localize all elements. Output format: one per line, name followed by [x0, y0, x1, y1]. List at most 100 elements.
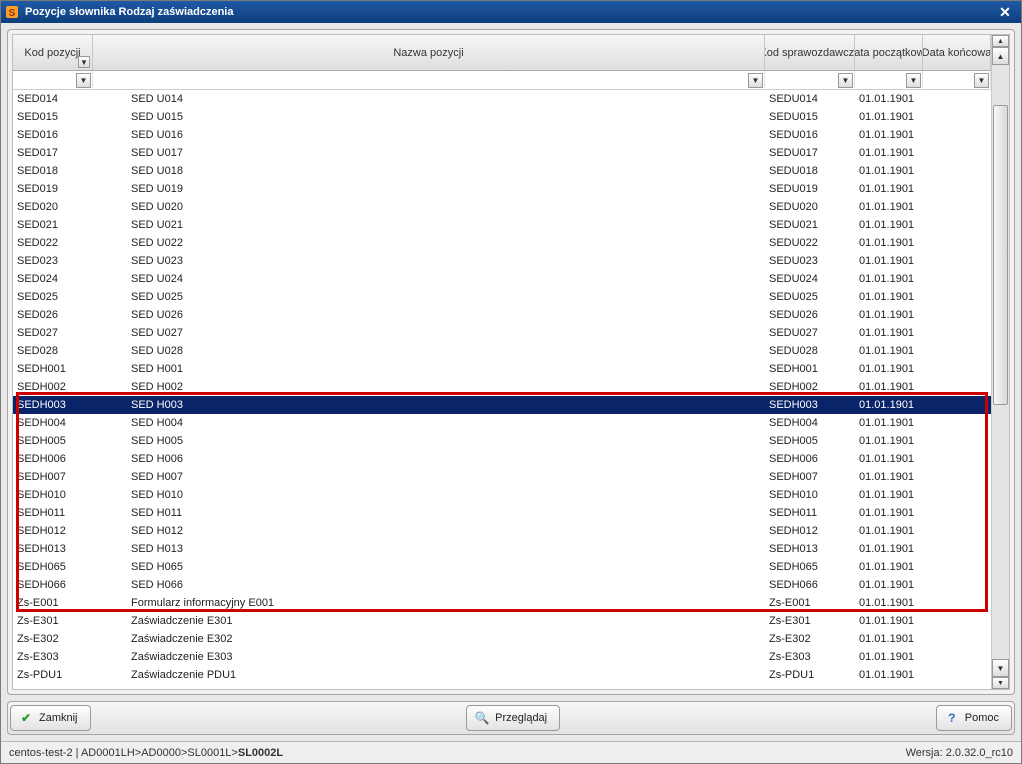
- cell-nazwa: SED H065: [93, 558, 765, 576]
- cell-kod: SED024: [13, 270, 93, 288]
- table-row[interactable]: SED026SED U026SEDU02601.01.1901: [13, 306, 991, 324]
- table-row[interactable]: SED028SED U028SEDU02801.01.1901: [13, 342, 991, 360]
- cell-kod: Zs-E001: [13, 594, 93, 612]
- table-row[interactable]: SED022SED U022SEDU02201.01.1901: [13, 234, 991, 252]
- table-row[interactable]: SEDH004SED H004SEDH00401.01.1901: [13, 414, 991, 432]
- scroll-track[interactable]: [992, 65, 1009, 659]
- data-grid[interactable]: Kod pozycji▼ Nazwa pozycji Kod sprawozda…: [12, 34, 1010, 690]
- table-row[interactable]: Zs-E301Zaświadczenie E301Zs-E30101.01.19…: [13, 612, 991, 630]
- cell-spraw: SEDH010: [765, 486, 855, 504]
- filter-data-poczatkowa[interactable]: ▼: [855, 71, 923, 90]
- scroll-top-icon[interactable]: ▲: [992, 35, 1009, 47]
- scroll-bottom-icon[interactable]: ▼: [992, 677, 1009, 689]
- table-row[interactable]: SEDH002SED H002SEDH00201.01.1901: [13, 378, 991, 396]
- button-label: Zamknij: [39, 712, 78, 724]
- filter-kod-sprawozdawczy[interactable]: ▼: [765, 71, 855, 90]
- cell-data-poczatkowa: 01.01.1901: [855, 108, 923, 126]
- button-bar: ✔ Zamknij 🔍 Przeglądaj ? Pomoc: [7, 701, 1015, 735]
- col-header-kod-sprawozdawczy[interactable]: Kod sprawozdawczy: [765, 35, 855, 71]
- cell-nazwa: SED H005: [93, 432, 765, 450]
- chevron-down-icon[interactable]: ▼: [974, 73, 989, 88]
- zamknij-button[interactable]: ✔ Zamknij: [10, 705, 91, 731]
- chevron-down-icon[interactable]: ▼: [78, 56, 90, 68]
- table-row[interactable]: SEDH005SED H005SEDH00501.01.1901: [13, 432, 991, 450]
- col-header-data-poczatkowa[interactable]: Data początkowa: [855, 35, 923, 71]
- cell-kod: SEDH012: [13, 522, 93, 540]
- cell-kod: SED019: [13, 180, 93, 198]
- chevron-down-icon[interactable]: ▼: [76, 73, 91, 88]
- cell-kod: SED020: [13, 198, 93, 216]
- table-row[interactable]: SED020SED U020SEDU02001.01.1901: [13, 198, 991, 216]
- table-row[interactable]: SED025SED U025SEDU02501.01.1901: [13, 288, 991, 306]
- cell-spraw: Zs-E302: [765, 630, 855, 648]
- content-area: Kod pozycji▼ Nazwa pozycji Kod sprawozda…: [7, 29, 1015, 735]
- cell-data-koncowa: [923, 558, 991, 576]
- table-row[interactable]: Zs-E001Formularz informacyjny E001Zs-E00…: [13, 594, 991, 612]
- help-icon: ?: [945, 711, 959, 725]
- col-header-nazwa-pozycji[interactable]: Nazwa pozycji: [93, 35, 765, 71]
- cell-data-koncowa: [923, 216, 991, 234]
- table-row[interactable]: SED023SED U023SEDU02301.01.1901: [13, 252, 991, 270]
- table-row[interactable]: SED016SED U016SEDU01601.01.1901: [13, 126, 991, 144]
- vertical-scrollbar[interactable]: ▲ ▲ ▼ ▼: [991, 35, 1009, 689]
- cell-data-koncowa: [923, 666, 991, 684]
- cell-spraw: Zs-E303: [765, 648, 855, 666]
- table-row[interactable]: SED024SED U024SEDU02401.01.1901: [13, 270, 991, 288]
- chevron-down-icon[interactable]: ▼: [906, 73, 921, 88]
- chevron-down-icon[interactable]: ▼: [748, 73, 763, 88]
- cell-spraw: SEDH006: [765, 450, 855, 468]
- col-header-data-koncowa[interactable]: Data końcowa: [923, 35, 991, 71]
- table-row[interactable]: SEDH011SED H011SEDH01101.01.1901: [13, 504, 991, 522]
- table-row[interactable]: Zs-E302Zaświadczenie E302Zs-E30201.01.19…: [13, 630, 991, 648]
- scroll-thumb[interactable]: [993, 105, 1008, 405]
- col-header-kod-pozycji[interactable]: Kod pozycji▼: [13, 35, 93, 71]
- pomoc-button[interactable]: ? Pomoc: [936, 705, 1012, 731]
- table-row[interactable]: SEDH010SED H010SEDH01001.01.1901: [13, 486, 991, 504]
- table-row[interactable]: SEDH007SED H007SEDH00701.01.1901: [13, 468, 991, 486]
- table-row[interactable]: SEDH006SED H006SEDH00601.01.1901: [13, 450, 991, 468]
- filter-kod-pozycji[interactable]: ▼: [13, 71, 93, 90]
- przegladaj-button[interactable]: 🔍 Przeglądaj: [466, 705, 560, 731]
- table-row[interactable]: Zs-E303Zaświadczenie E303Zs-E30301.01.19…: [13, 648, 991, 666]
- status-right: Wersja: 2.0.32.0_rc10: [906, 747, 1013, 759]
- cell-data-poczatkowa: 01.01.1901: [855, 612, 923, 630]
- table-row[interactable]: SEDH065SED H065SEDH06501.01.1901: [13, 558, 991, 576]
- dialog-window: S Pozycje słownika Rodzaj zaświadczenia …: [0, 0, 1022, 764]
- table-row[interactable]: SEDH013SED H013SEDH01301.01.1901: [13, 540, 991, 558]
- table-row[interactable]: SEDH012SED H012SEDH01201.01.1901: [13, 522, 991, 540]
- table-row[interactable]: SED018SED U018SEDU01801.01.1901: [13, 162, 991, 180]
- cell-nazwa: SED U022: [93, 234, 765, 252]
- table-row[interactable]: SED015SED U015SEDU01501.01.1901: [13, 108, 991, 126]
- table-row[interactable]: SED021SED U021SEDU02101.01.1901: [13, 216, 991, 234]
- close-icon[interactable]: ✕: [993, 3, 1017, 21]
- table-row[interactable]: SED019SED U019SEDU01901.01.1901: [13, 180, 991, 198]
- scroll-down-icon[interactable]: ▼: [992, 659, 1009, 677]
- cell-nazwa: Formularz informacyjny E001: [93, 594, 765, 612]
- cell-data-koncowa: [923, 360, 991, 378]
- col-header-label: Data początkowa: [855, 47, 923, 59]
- cell-nazwa: SED U021: [93, 216, 765, 234]
- table-row[interactable]: SED017SED U017SEDU01701.01.1901: [13, 144, 991, 162]
- filter-data-koncowa[interactable]: ▼: [923, 71, 991, 90]
- filter-nazwa-pozycji[interactable]: ▼: [93, 71, 765, 90]
- cell-nazwa: SED H001: [93, 360, 765, 378]
- cell-data-poczatkowa: 01.01.1901: [855, 342, 923, 360]
- cell-nazwa: SED H066: [93, 576, 765, 594]
- cell-kod: Zs-PDU1: [13, 666, 93, 684]
- cell-spraw: SEDU022: [765, 234, 855, 252]
- cell-spraw: Zs-PDU1: [765, 666, 855, 684]
- table-row[interactable]: SEDH066SED H066SEDH06601.01.1901: [13, 576, 991, 594]
- grid-panel: Kod pozycji▼ Nazwa pozycji Kod sprawozda…: [7, 29, 1015, 695]
- table-row[interactable]: Zs-PDU1Zaświadczenie PDU1Zs-PDU101.01.19…: [13, 666, 991, 684]
- scroll-up-icon[interactable]: ▲: [992, 47, 1009, 65]
- table-row[interactable]: SED014SED U014SEDU01401.01.1901: [13, 90, 991, 108]
- chevron-down-icon[interactable]: ▼: [838, 73, 853, 88]
- table-row[interactable]: SED027SED U027SEDU02701.01.1901: [13, 324, 991, 342]
- cell-nazwa: Zaświadczenie PDU1: [93, 666, 765, 684]
- table-row[interactable]: SEDH003SED H003SEDH00301.01.1901: [13, 396, 991, 414]
- cell-data-poczatkowa: 01.01.1901: [855, 558, 923, 576]
- status-left: centos-test-2 | AD0001LH>AD0000>SL0001L>…: [9, 747, 906, 759]
- cell-nazwa: Zaświadczenie E303: [93, 648, 765, 666]
- table-row[interactable]: SEDH001SED H001SEDH00101.01.1901: [13, 360, 991, 378]
- cell-data-poczatkowa: 01.01.1901: [855, 450, 923, 468]
